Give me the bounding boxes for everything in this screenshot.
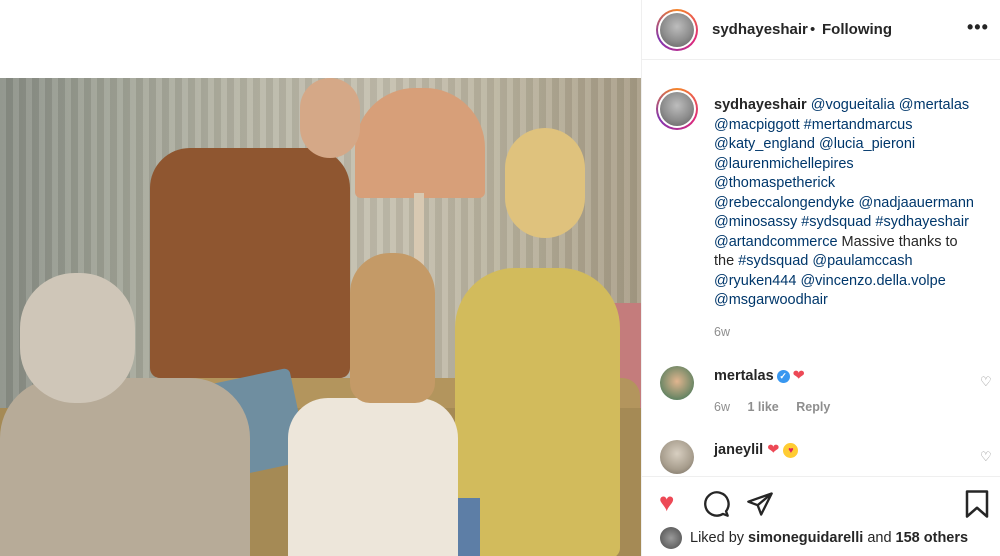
caption-line[interactable]: @vogueitalia @mertalas [811, 97, 969, 113]
liked-by-and: and [867, 530, 892, 546]
post-media-area [0, 0, 641, 556]
liked-by-text: Liked by simoneguidarelli and 158 others [690, 530, 968, 546]
caption-line[interactable]: @katy_england @lucia_pieroni [714, 136, 915, 152]
photo-man-figure [150, 148, 350, 378]
more-options-icon[interactable]: ••• [967, 17, 989, 38]
liked-by-avatar[interactable] [660, 527, 682, 549]
comment-time[interactable]: 6w [714, 400, 730, 414]
photo-woman-left-figure [0, 378, 250, 556]
caption-plain-text: the [714, 253, 735, 269]
author-username[interactable]: sydhayeshair [712, 21, 808, 38]
caption-author-avatar[interactable] [656, 88, 698, 130]
caption-line[interactable]: @rebeccalongendyke @nadjaauermann [714, 195, 974, 211]
author-avatar-inner [658, 11, 696, 49]
caption-avatar-inner [658, 90, 696, 128]
liked-by-row: Liked by simoneguidarelli and 158 others [660, 527, 1000, 553]
caption-line[interactable]: @thomaspetherick [714, 175, 835, 191]
photo-woman-yellow-head [505, 128, 585, 238]
verified-badge-icon: ✓ [776, 369, 790, 383]
comment-username[interactable]: mertalas [714, 368, 774, 384]
comment-text: ❤ [767, 442, 780, 458]
comment-author: mertalas ✓ ❤ [714, 368, 805, 384]
photo-woman-white-blouse [288, 398, 458, 556]
commenter-avatar[interactable] [660, 366, 694, 400]
post-side-panel: sydhayeshair • Following ••• sydhayeshai… [641, 0, 1000, 556]
bookmark-icon-svg [965, 490, 989, 518]
caption-avatar-image [660, 92, 694, 126]
author-avatar-image [660, 13, 694, 47]
heart-icon[interactable]: ♥ [659, 488, 674, 516]
caption-line[interactable]: @artandcommerce [714, 234, 838, 250]
liked-by-prefix: Liked by [690, 530, 745, 546]
heart-eyes-emoji-icon: ♥ [783, 442, 799, 458]
comment-icon[interactable] [702, 490, 730, 521]
post-photo[interactable] [0, 78, 641, 556]
photo-lamp-shade [355, 88, 485, 198]
bookmark-icon[interactable] [964, 489, 990, 522]
caption-line[interactable]: #sydsquad @paulamccash [738, 253, 912, 269]
comment-icon-svg [704, 491, 730, 517]
caption-owner-username[interactable]: sydhayeshair [714, 97, 807, 113]
comment-reply-button[interactable]: Reply [796, 400, 830, 414]
comment-author: janeylil ❤ ♥ [714, 442, 799, 458]
comment-like-icon[interactable]: ♡ [980, 449, 992, 465]
caption-line[interactable]: @laurenmichellepires [714, 156, 854, 172]
share-icon[interactable] [746, 490, 774, 521]
post-actions: ♥ Liked by simoneguidarelli and 158 othe… [642, 476, 1000, 556]
author-avatar[interactable] [656, 9, 698, 51]
caption-line[interactable]: @minosassy #sydsquad #sydhayeshair [714, 214, 969, 230]
caption-line[interactable]: @ryuken444 @vincenzo.della.volpe [714, 273, 946, 289]
comment-username[interactable]: janeylil [714, 442, 763, 458]
caption-line[interactable]: @macpiggott #mertandmarcus [714, 117, 912, 133]
liked-by-others[interactable]: 158 others [896, 530, 969, 546]
photo-woman-center-head [350, 253, 435, 403]
post-header: sydhayeshair • Following ••• [642, 0, 1000, 60]
caption-line[interactable]: @msgarwoodhair [714, 292, 828, 308]
comment-text: ❤ [792, 368, 805, 384]
photo-woman-left-head [20, 273, 135, 403]
comment-meta: 6w 1 like Reply [714, 400, 844, 414]
liked-by-username[interactable]: simoneguidarelli [748, 530, 863, 546]
caption-text: sydhayeshair @vogueitalia @mertalas @mac… [714, 96, 994, 311]
commenter-avatar[interactable] [660, 440, 694, 474]
caption-plain-text: Massive thanks to [841, 233, 958, 250]
photo-man-head [300, 78, 360, 158]
share-icon-svg [747, 492, 773, 516]
comment-likes-count[interactable]: 1 like [747, 400, 778, 414]
post-timestamp[interactable]: 6w [714, 325, 730, 339]
following-button[interactable]: Following [822, 21, 892, 38]
comment-like-icon[interactable]: ♡ [980, 374, 992, 390]
header-separator: • [810, 21, 816, 38]
